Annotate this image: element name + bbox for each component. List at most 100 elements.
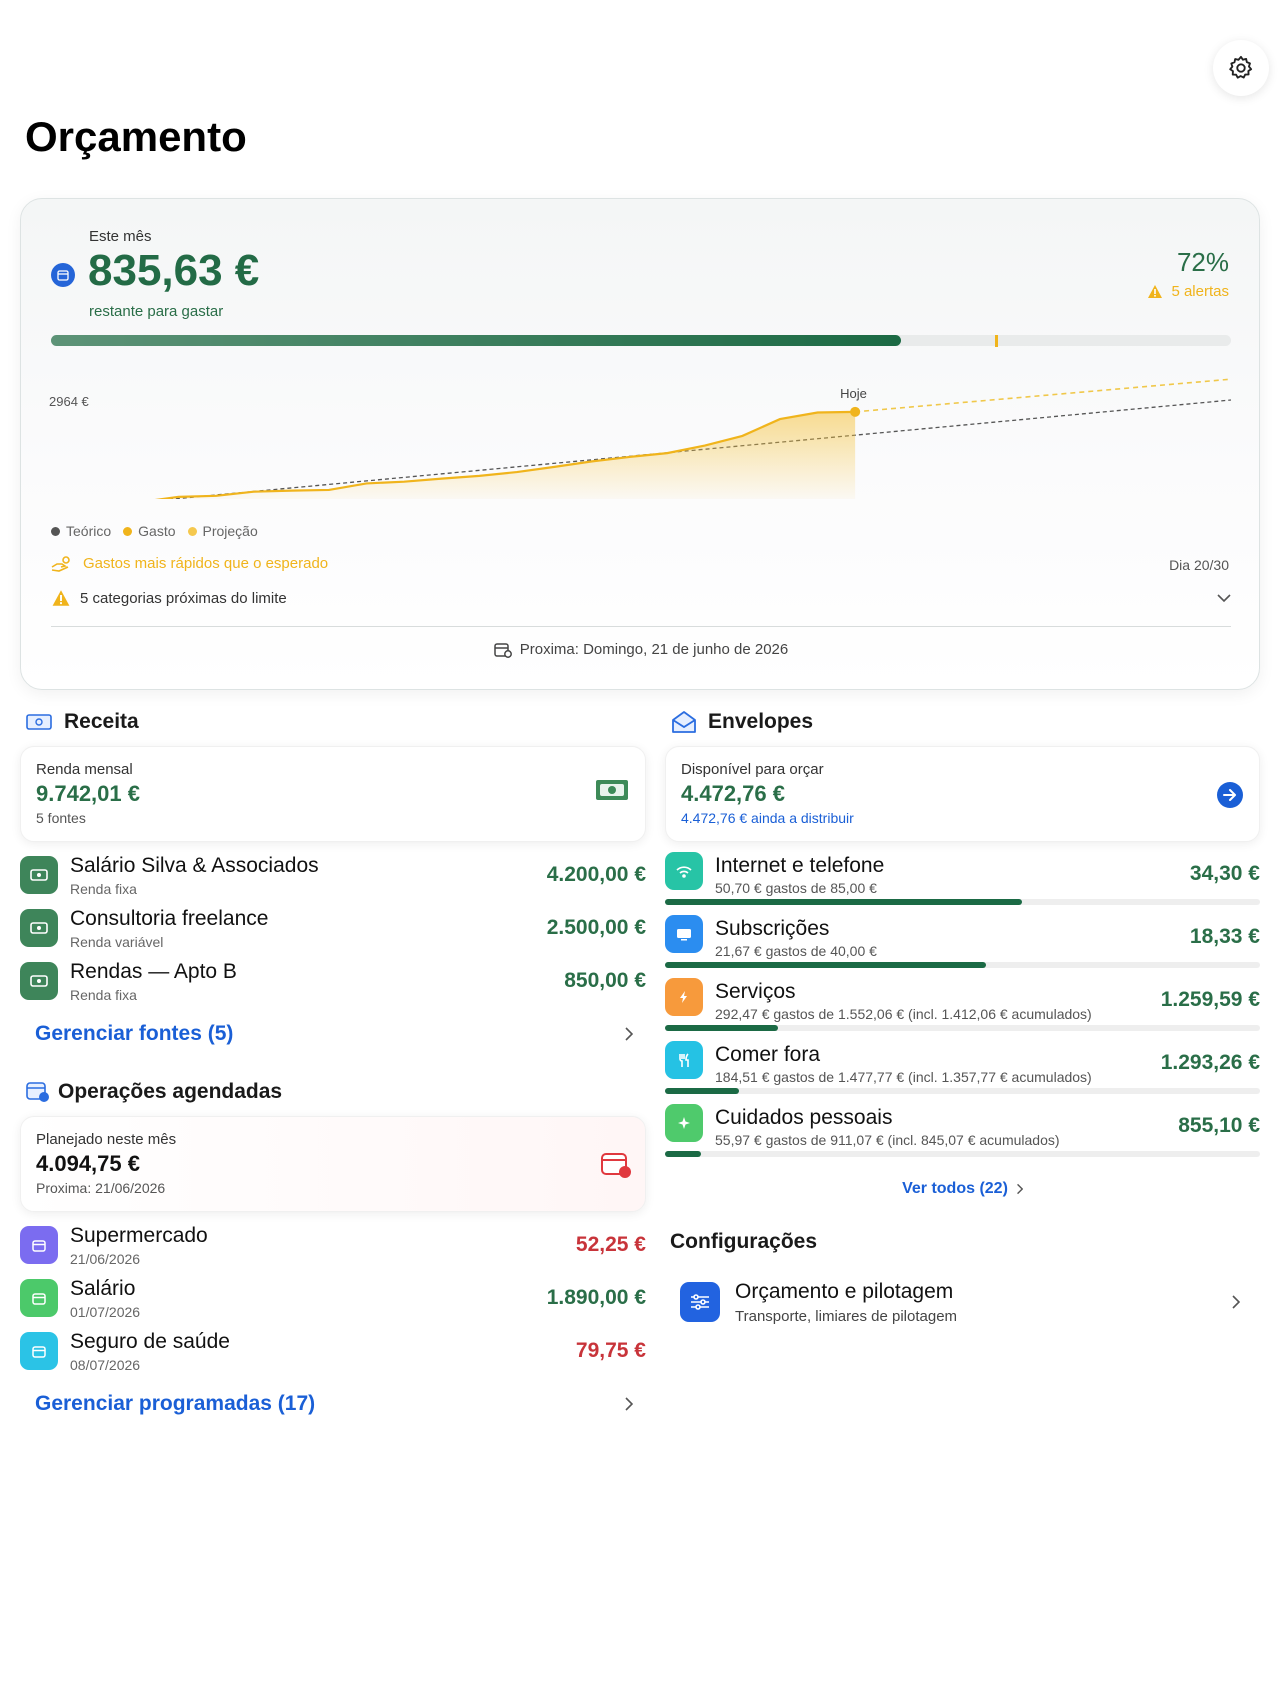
settings-item-title: Orçamento e pilotagem	[735, 1279, 954, 1303]
scheduled-row[interactable]: Salário 01/07/2026 1.890,00 €	[20, 1275, 646, 1321]
projection-line	[855, 378, 1232, 413]
sparkle-icon	[665, 1104, 703, 1142]
envelopes-section-header: Envelopes	[672, 710, 813, 734]
income-row[interactable]: Salário Silva & Associados Renda fixa 4.20…	[20, 852, 646, 898]
envelope-progress-fill	[665, 962, 987, 968]
manage-scheduled-link[interactable]: Gerenciar programadas (17)	[35, 1392, 633, 1416]
settings-button[interactable]	[1213, 40, 1269, 96]
manage-sources-link[interactable]: Gerenciar fontes (5)	[35, 1022, 633, 1046]
envelope-row-sub: 184,51 € gastos de 1.477,77 € (incl. 1.3…	[715, 1069, 1092, 1085]
planned-month-panel[interactable]: Planejado neste mês 4.094,75 € Proxima: …	[20, 1116, 646, 1212]
calendar-icon	[20, 1332, 58, 1370]
see-all-label: Ver todos (22)	[902, 1180, 1008, 1197]
chart-legend: Teórico Gasto Projeção	[51, 523, 258, 539]
month-label: Este mês	[89, 228, 152, 245]
gear-icon	[1229, 55, 1253, 79]
income-row[interactable]: Rendas — Apto B Renda fixa 850,00 €	[20, 958, 646, 1004]
legend-projection: Projeção	[187, 523, 258, 539]
divider	[51, 626, 1231, 627]
income-sources-count: 5 fontes	[36, 810, 86, 826]
arrow-right-circle-icon[interactable]	[1217, 782, 1243, 808]
today-point	[850, 406, 861, 417]
remaining-amount: 835,63 €	[88, 246, 260, 295]
scheduled-row-amount: 79,75 €	[575, 1339, 646, 1362]
calendar-clock-icon	[493, 642, 512, 658]
scheduled-row[interactable]: Supermercado 21/06/2026 52,25 €	[20, 1222, 646, 1268]
scheduled-row-amount: 52,25 €	[575, 1233, 646, 1256]
next-operation: Proxima: Domingo, 21 de junho de 2026	[21, 641, 1261, 658]
scheduled-row[interactable]: Seguro de saúde 08/07/2026 79,75 €	[20, 1328, 646, 1374]
banknote-icon	[20, 856, 58, 894]
envelope-progress	[665, 1025, 1260, 1031]
alerts-label: 5 alertas	[1171, 283, 1229, 300]
envelope-row-amount: 18,33 €	[1189, 925, 1260, 948]
wifi-icon	[665, 852, 703, 890]
envelope-row-amount: 1.259,59 €	[1160, 988, 1260, 1011]
income-row-type: Renda fixa	[70, 880, 137, 897]
envelope-progress	[665, 962, 1260, 968]
envelope-row-title: Comer fora	[715, 1043, 821, 1066]
house-icon	[20, 962, 58, 1000]
banknote-icon	[26, 714, 52, 730]
envelope-row-sub: 21,67 € gastos de 40,00 €	[715, 943, 877, 959]
income-row[interactable]: Consultoria freelance Renda variável 2.500…	[20, 905, 646, 951]
legend-spent: Gasto	[123, 523, 176, 539]
envelope-row[interactable]: Comer fora 184,51 € gastos de 1.477,77 € …	[665, 1041, 1260, 1099]
envelope-open-icon	[672, 711, 696, 733]
hand-coins-icon	[51, 555, 70, 572]
speed-warning: Gastos mais rápidos que o esperado	[51, 555, 328, 572]
monthly-income-panel[interactable]: Renda mensal 9.742,01 € 5 fontes	[20, 746, 646, 842]
chevron-right-icon	[1232, 1295, 1240, 1309]
warning-icon	[1148, 285, 1163, 298]
calendar-alert-icon	[601, 1153, 631, 1178]
scheduled-row-date: 01/07/2026	[70, 1303, 141, 1320]
chevron-right-icon	[1016, 1183, 1023, 1195]
envelope-row-title: Internet e telefone	[715, 854, 885, 877]
envelope-row[interactable]: Serviços 292,47 € gastos de 1.552,06 € (i…	[665, 978, 1260, 1036]
envelope-row[interactable]: Cuidados pessoais 55,97 € gastos de 911,0…	[665, 1104, 1260, 1162]
scheduled-row-title: Seguro de saúde	[70, 1329, 230, 1353]
available-to-distribute: 4.472,76 € ainda a distribuir	[681, 810, 854, 826]
calendar-icon	[20, 1226, 58, 1264]
categories-warning-row[interactable]: 5 categorias próximas do limite	[51, 589, 1231, 607]
scheduled-section-header: Operações agendadas	[26, 1080, 282, 1104]
income-row-amount: 2.500,00 €	[546, 916, 646, 939]
scheduled-row-date: 08/07/2026	[70, 1356, 141, 1373]
envelope-row-amount: 34,30 €	[1189, 862, 1260, 885]
envelope-row-sub: 292,47 € gastos de 1.552,06 € (incl. 1.4…	[715, 1006, 1092, 1022]
legend-theoretical: Teórico	[51, 523, 111, 539]
envelope-row-amount: 1.293,26 €	[1160, 1051, 1260, 1074]
envelope-row[interactable]: Internet e telefone 50,70 € gastos de 85,…	[665, 852, 1260, 910]
today-label: Hoje	[840, 386, 867, 401]
income-row-type: Renda fixa	[70, 986, 137, 1003]
envelope-row-amount: 855,10 €	[1178, 1114, 1260, 1137]
envelope-row[interactable]: Subscrições 21,67 € gastos de 40,00 € 18,3…	[665, 915, 1260, 973]
income-row-amount: 850,00 €	[564, 969, 646, 992]
planned-value: 4.094,75 €	[36, 1151, 140, 1176]
y-tick-label: 2964 €	[49, 394, 90, 409]
settings-title: Configurações	[670, 1230, 818, 1253]
settings-item-sub: Transporte, limiares de pilotagem	[735, 1307, 958, 1325]
categories-warning-label: 5 categorias próximas do limite	[80, 589, 287, 607]
manage-scheduled-label: Gerenciar programadas (17)	[35, 1392, 316, 1415]
scheduled-row-title: Supermercado	[70, 1223, 208, 1247]
envelope-progress-fill	[665, 1088, 740, 1094]
warning-icon	[52, 590, 70, 606]
calendar-icon	[51, 263, 75, 287]
sliders-icon	[680, 1282, 720, 1322]
alerts-badge[interactable]: 5 alertas	[1147, 283, 1229, 300]
banknote-icon	[596, 780, 628, 800]
page-title: Orçamento	[25, 113, 247, 160]
income-row-amount: 4.200,00 €	[546, 863, 646, 886]
budget-summary-card[interactable]: Este mês 835,63 € restante para gastar 7…	[20, 198, 1260, 690]
income-section-header: Receita	[26, 710, 139, 734]
bolt-icon	[665, 978, 703, 1016]
scheduled-row-date: 21/06/2026	[70, 1250, 141, 1267]
budget-pilot-settings-item[interactable]: Orçamento e pilotagem Transporte, limiar…	[665, 1270, 1260, 1334]
calendar-icon	[20, 1279, 58, 1317]
spending-chart: 2964 €0 €HojeDia 1Dia 15	[49, 378, 1232, 499]
see-all-envelopes-link[interactable]: Ver todos (22)	[665, 1180, 1260, 1198]
monthly-income-value: 9.742,01 €	[36, 781, 140, 806]
fork-knife-icon	[665, 1041, 703, 1079]
available-to-budget-panel[interactable]: Disponível para orçar 4.472,76 € 4.472,7…	[665, 746, 1260, 842]
